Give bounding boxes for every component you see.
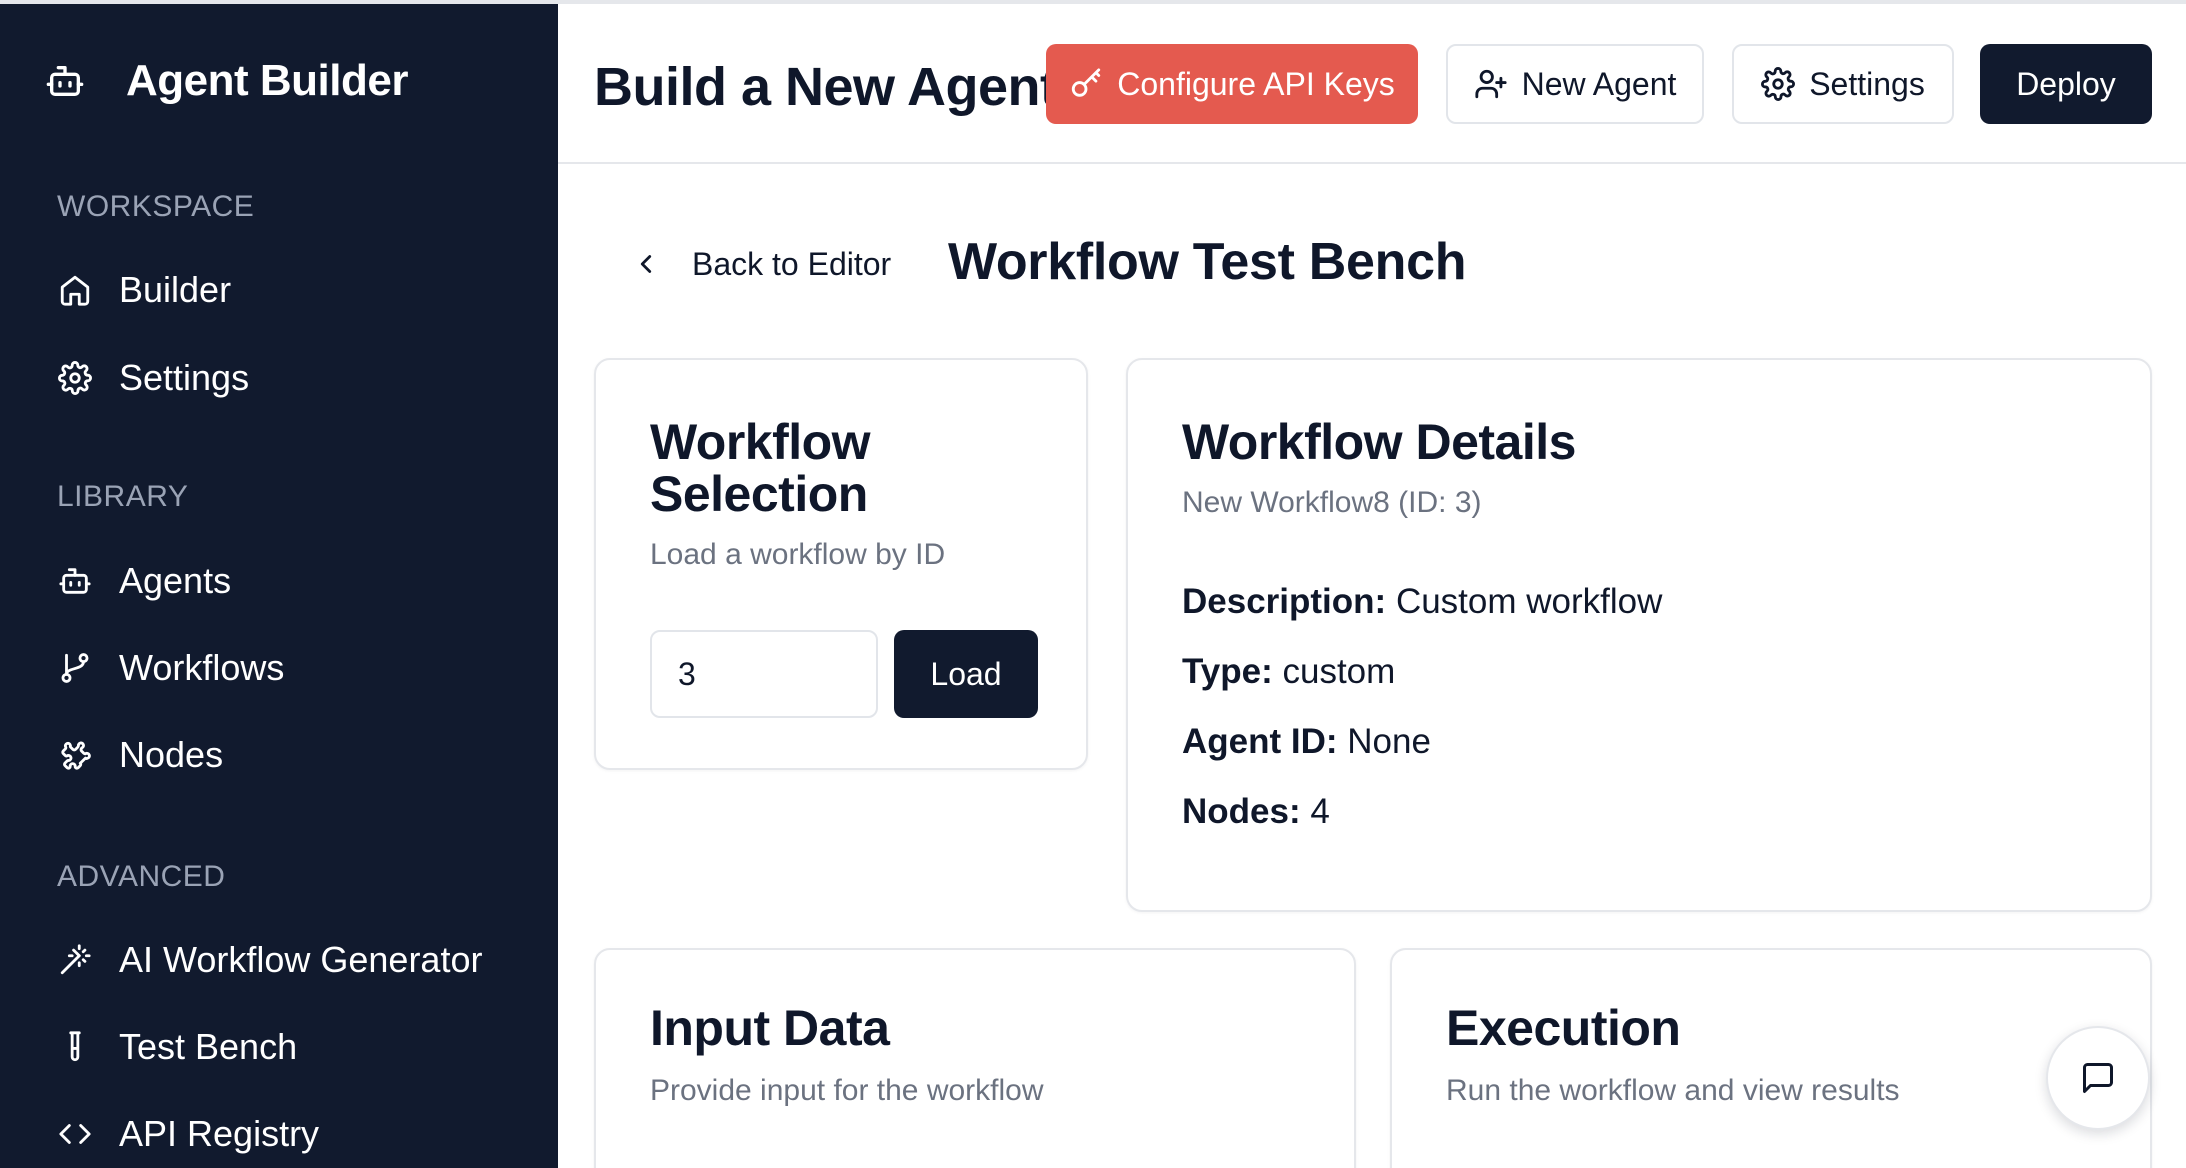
sidebar-item-workflows[interactable]: Workflows [57,640,284,696]
sidebar-item-label: Settings [119,357,250,398]
section-label-workspace: WORKSPACE [57,190,255,223]
brand[interactable]: Agent Builder [44,54,408,108]
message-square-icon [2083,1063,2113,1093]
chat-button[interactable] [2046,1026,2150,1130]
sidebar-item-label: Test Bench [119,1026,298,1067]
workflow-selection-card: Workflow Selection Load a workflow by ID… [594,358,1088,770]
magic-wand-icon [57,942,93,978]
button-label: Settings [1809,65,1925,102]
sidebar-item-label: AI Workflow Generator [119,939,483,980]
card-subtitle: Load a workflow by ID [650,538,946,571]
user-plus-icon [1475,69,1507,99]
card-subtitle: Provide input for the workflow [650,1074,1044,1107]
sidebar-item-api-registry[interactable]: API Registry [57,1106,319,1162]
sidebar-item-settings[interactable]: Settings [57,350,249,406]
page-title: Build a New Agent [594,57,1058,117]
card-subtitle: Run the workflow and view results [1446,1074,1900,1107]
configure-api-keys-button[interactable]: Configure API Keys [1046,44,1418,124]
button-label: New Agent [1521,65,1677,102]
card-title: Workflow Details [1182,414,1576,470]
detail-description: Description: Custom workflow [1182,582,1663,621]
section-label-library: LIBRARY [57,480,189,513]
button-label: Deploy [2016,65,2116,102]
sidebar-item-test-bench[interactable]: Test Bench [57,1019,297,1075]
detail-nodes: Nodes: 4 [1182,792,1330,831]
puzzle-icon [57,737,93,773]
execution-card: Execution Run the workflow and view resu… [1390,948,2152,1168]
sidebar-item-label: Builder [119,269,232,310]
workflow-id-input[interactable] [650,630,878,718]
card-title: Execution [1446,1000,1681,1056]
workflow-details-card: Workflow Details New Workflow8 (ID: 3) D… [1126,358,2152,912]
button-label: Configure API Keys [1117,65,1395,102]
sidebar-item-nodes[interactable]: Nodes [57,727,223,783]
back-to-editor-link[interactable]: Back to Editor [636,240,891,288]
git-branch-icon [57,650,93,686]
sidebar-item-label: API Registry [119,1113,320,1154]
sidebar-item-label: Nodes [119,734,224,775]
brand-title: Agent Builder [126,56,408,105]
detail-agent-id: Agent ID: None [1182,722,1431,761]
code-icon [57,1116,93,1152]
sidebar-item-builder[interactable]: Builder [57,262,231,318]
sidebar: Agent Builder WORKSPACE Builder Settings… [0,0,558,1168]
back-label: Back to Editor [692,245,892,282]
home-icon [57,272,93,308]
key-icon [1072,68,1101,97]
deploy-button[interactable]: Deploy [1980,44,2152,124]
card-subtitle: New Workflow8 (ID: 3) [1182,486,1482,519]
test-tube-icon [57,1029,93,1065]
sidebar-item-agents[interactable]: Agents [57,553,231,609]
gear-icon [1761,67,1796,101]
gear-icon [57,360,93,396]
bot-icon [57,563,93,599]
new-agent-button[interactable]: New Agent [1446,44,1704,124]
chevron-left-icon [640,255,652,273]
top-header: Build a New Agent Configure API Keys New… [558,0,2186,164]
sidebar-item-label: Agents [119,560,232,601]
detail-type: Type: custom [1182,652,1396,691]
card-title: Workflow Selection [650,414,871,522]
test-bench-title: Workflow Test Bench [948,233,1467,291]
card-title: Input Data [650,1000,890,1056]
sidebar-item-ai-workflow-generator[interactable]: AI Workflow Generator [57,932,482,988]
section-label-advanced: ADVANCED [57,860,226,893]
load-button[interactable]: Load [894,630,1038,718]
sidebar-item-label: Workflows [119,647,285,688]
input-data-card: Input Data Provide input for the workflo… [594,948,1356,1168]
bot-icon [44,60,86,102]
settings-button[interactable]: Settings [1732,44,1954,124]
